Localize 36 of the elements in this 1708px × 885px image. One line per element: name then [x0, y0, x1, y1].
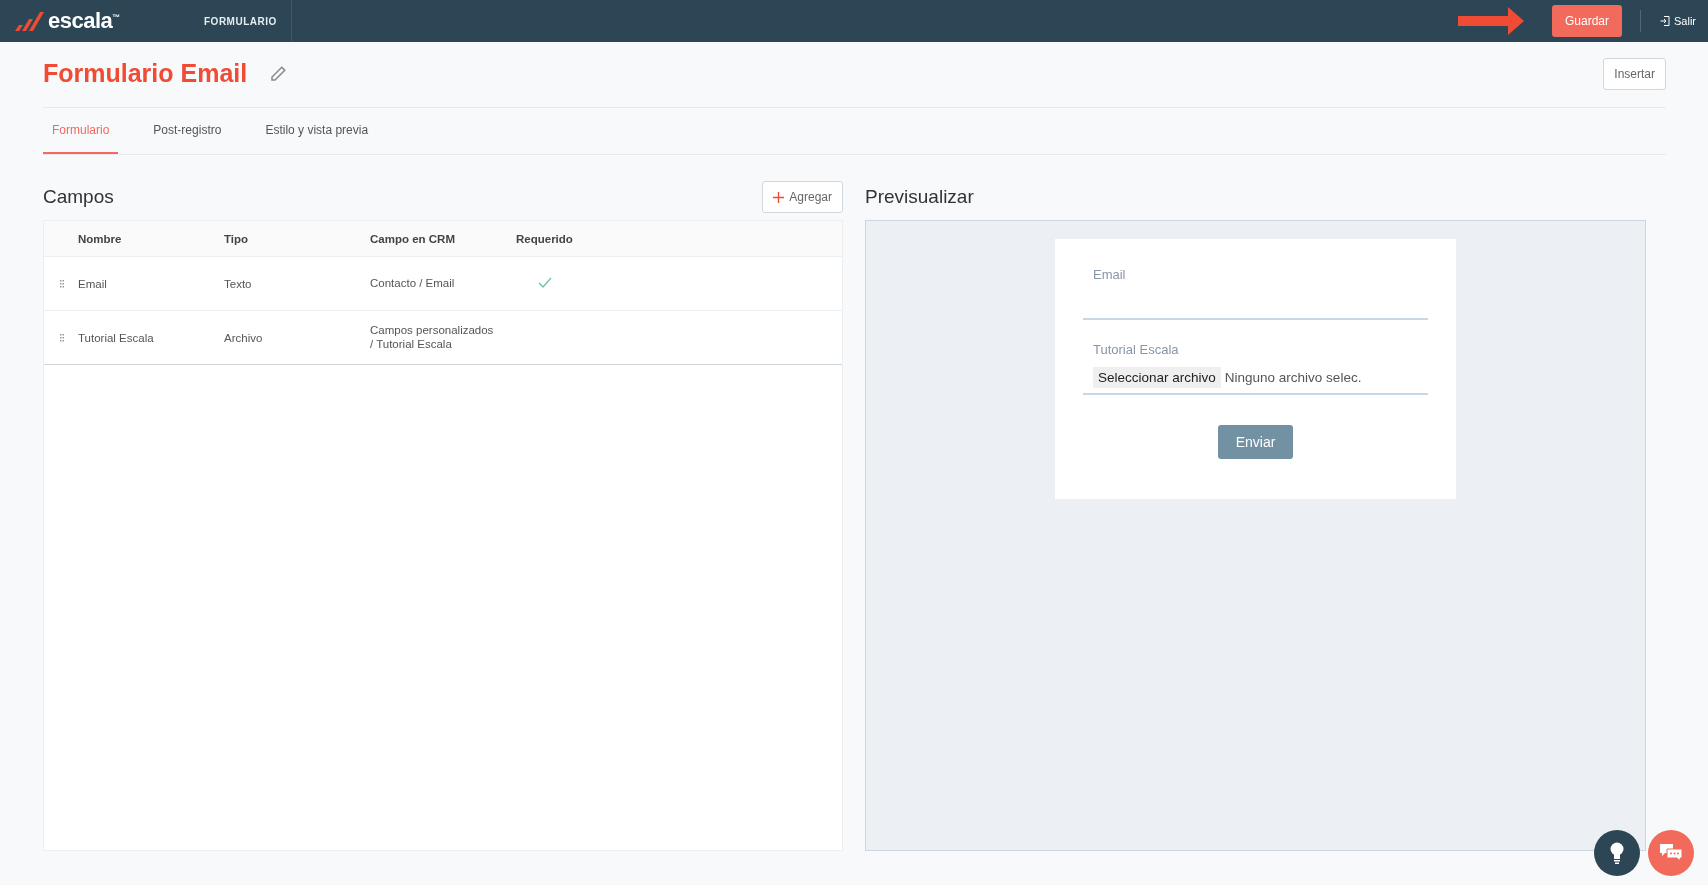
- table-cell-text: Tutorial Escala: [78, 331, 155, 344]
- choose-file-button[interactable]: Seleccionar archivo: [1093, 367, 1221, 388]
- column-header: Tipo: [224, 232, 250, 245]
- table-cell-text: Email: [78, 277, 108, 290]
- section-heading: Previsualizar: [865, 186, 974, 208]
- arrow-icon: [1457, 6, 1524, 36]
- drag-handle-icon[interactable]: [60, 333, 64, 342]
- exit-icon: [1659, 15, 1671, 27]
- section-heading: Campos: [43, 186, 114, 208]
- page-title: Formulario Email: [43, 59, 248, 88]
- section-label: FORMULARIO: [190, 0, 292, 42]
- logo-text: escala$^{™}$: [48, 8, 120, 34]
- chat-button[interactable]: [1648, 830, 1694, 876]
- logo-icon: [14, 11, 44, 31]
- table-cell-text: Texto: [224, 277, 253, 290]
- table-cell-text: Contacto / Email: [370, 276, 456, 291]
- submit-button[interactable]: Enviar: [1217, 425, 1294, 459]
- tab[interactable]: Estilo y vista previa: [256, 108, 378, 154]
- column-header: Requerido: [516, 232, 574, 245]
- drag-handle-icon[interactable]: [60, 279, 64, 288]
- exit-link[interactable]: Salir: [1659, 15, 1696, 27]
- column-header: Campo en CRM: [370, 232, 456, 245]
- lightbulb-button[interactable]: [1594, 830, 1640, 876]
- add-button[interactable]: Agregar: [762, 181, 843, 213]
- lightbulb-icon: [1609, 842, 1625, 864]
- field-label: Tutorial Escala: [1092, 342, 1180, 357]
- plus-icon: [773, 191, 785, 203]
- insert-button[interactable]: Insertar: [1603, 57, 1666, 90]
- column-header: Nombre: [78, 232, 123, 245]
- table-cell-text: Campos personalizados / Tutorial Escala: [370, 324, 495, 351]
- file-status: Ninguno archivo selec.: [1224, 370, 1362, 385]
- chat-icon: [1659, 843, 1683, 863]
- field-label: Email: [1092, 267, 1127, 282]
- tab[interactable]: Post-registro: [144, 108, 231, 154]
- pencil-icon[interactable]: [269, 64, 288, 83]
- table-cell-text: Archivo: [224, 331, 264, 344]
